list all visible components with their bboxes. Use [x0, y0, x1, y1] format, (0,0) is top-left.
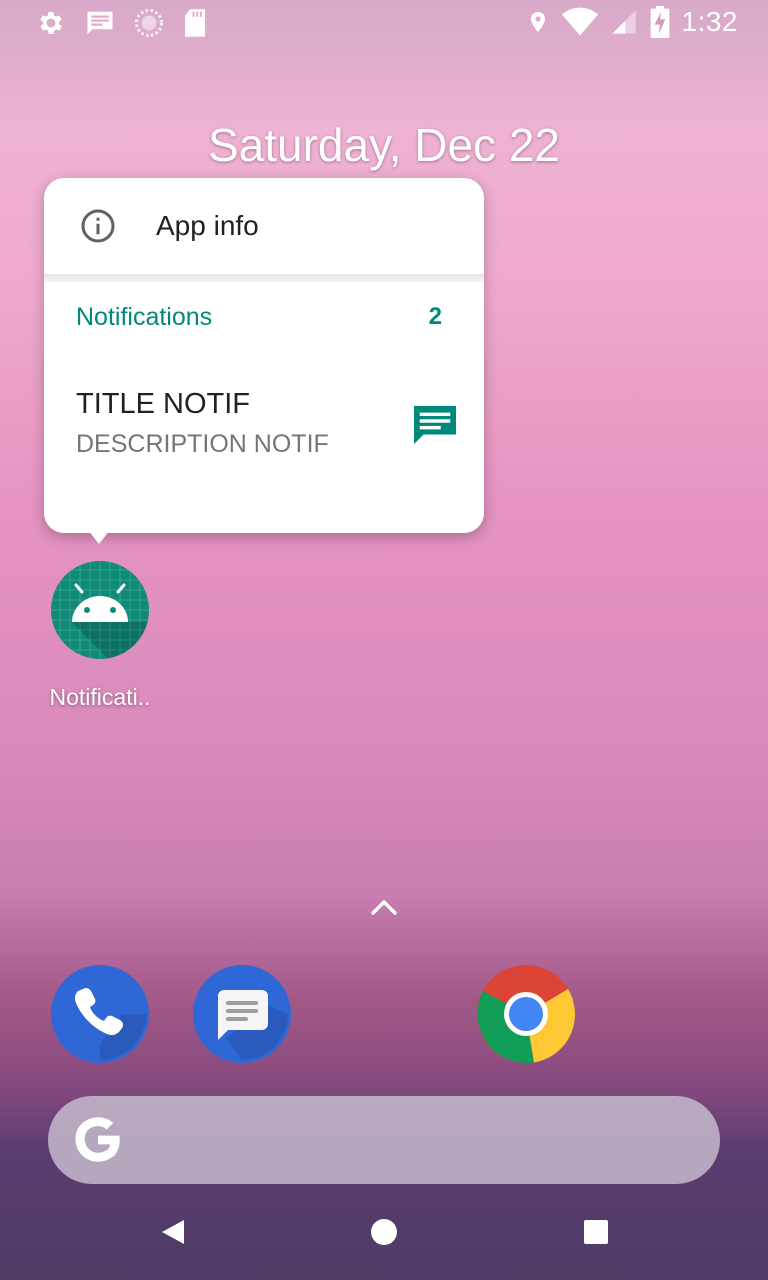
app-info-label: App info — [156, 210, 259, 241]
sync-icon — [134, 8, 164, 38]
back-icon[interactable] — [160, 1218, 186, 1246]
chrome-icon[interactable] — [476, 964, 576, 1064]
status-left-icons — [36, 8, 208, 38]
message-icon — [414, 405, 456, 445]
signal-icon — [611, 10, 636, 34]
gear-icon — [40, 12, 62, 34]
home-icon[interactable] — [370, 1218, 398, 1246]
status-bar: 1:32 — [0, 0, 768, 48]
message-icon — [87, 11, 113, 35]
sd-card-icon — [185, 9, 205, 37]
info-icon — [81, 209, 115, 243]
app-label: Notificati.. — [49, 684, 151, 710]
notification-item[interactable]: TITLE NOTIF DESCRIPTION NOTIF — [44, 368, 484, 478]
google-g-icon — [75, 1117, 120, 1162]
messages-icon[interactable] — [192, 964, 292, 1064]
notifications-count: 2 — [428, 303, 442, 330]
app-info-item[interactable]: App info — [44, 178, 484, 274]
home-date[interactable]: Saturday, Dec 22 — [0, 118, 768, 172]
chevron-up-icon[interactable] — [369, 894, 399, 918]
app-shortcut-popup: App info Notifications 2 TITLE NOTIF DES… — [44, 178, 484, 533]
notifications-header: Notifications — [76, 303, 213, 331]
status-right-icons: 1:32 — [526, 6, 739, 38]
location-icon — [530, 12, 545, 32]
phone-icon[interactable] — [50, 964, 150, 1064]
popup-divider — [44, 274, 484, 282]
notification-title: TITLE NOTIF — [76, 388, 250, 420]
battery-charging-icon — [650, 6, 669, 38]
notification-description: DESCRIPTION NOTIF — [76, 430, 329, 458]
status-time: 1:32 — [681, 6, 738, 37]
popup-pointer — [88, 530, 110, 544]
recents-icon[interactable] — [583, 1219, 609, 1245]
wifi-icon — [561, 7, 598, 36]
google-search-bar[interactable] — [48, 1096, 720, 1184]
android-icon[interactable] — [50, 560, 150, 660]
